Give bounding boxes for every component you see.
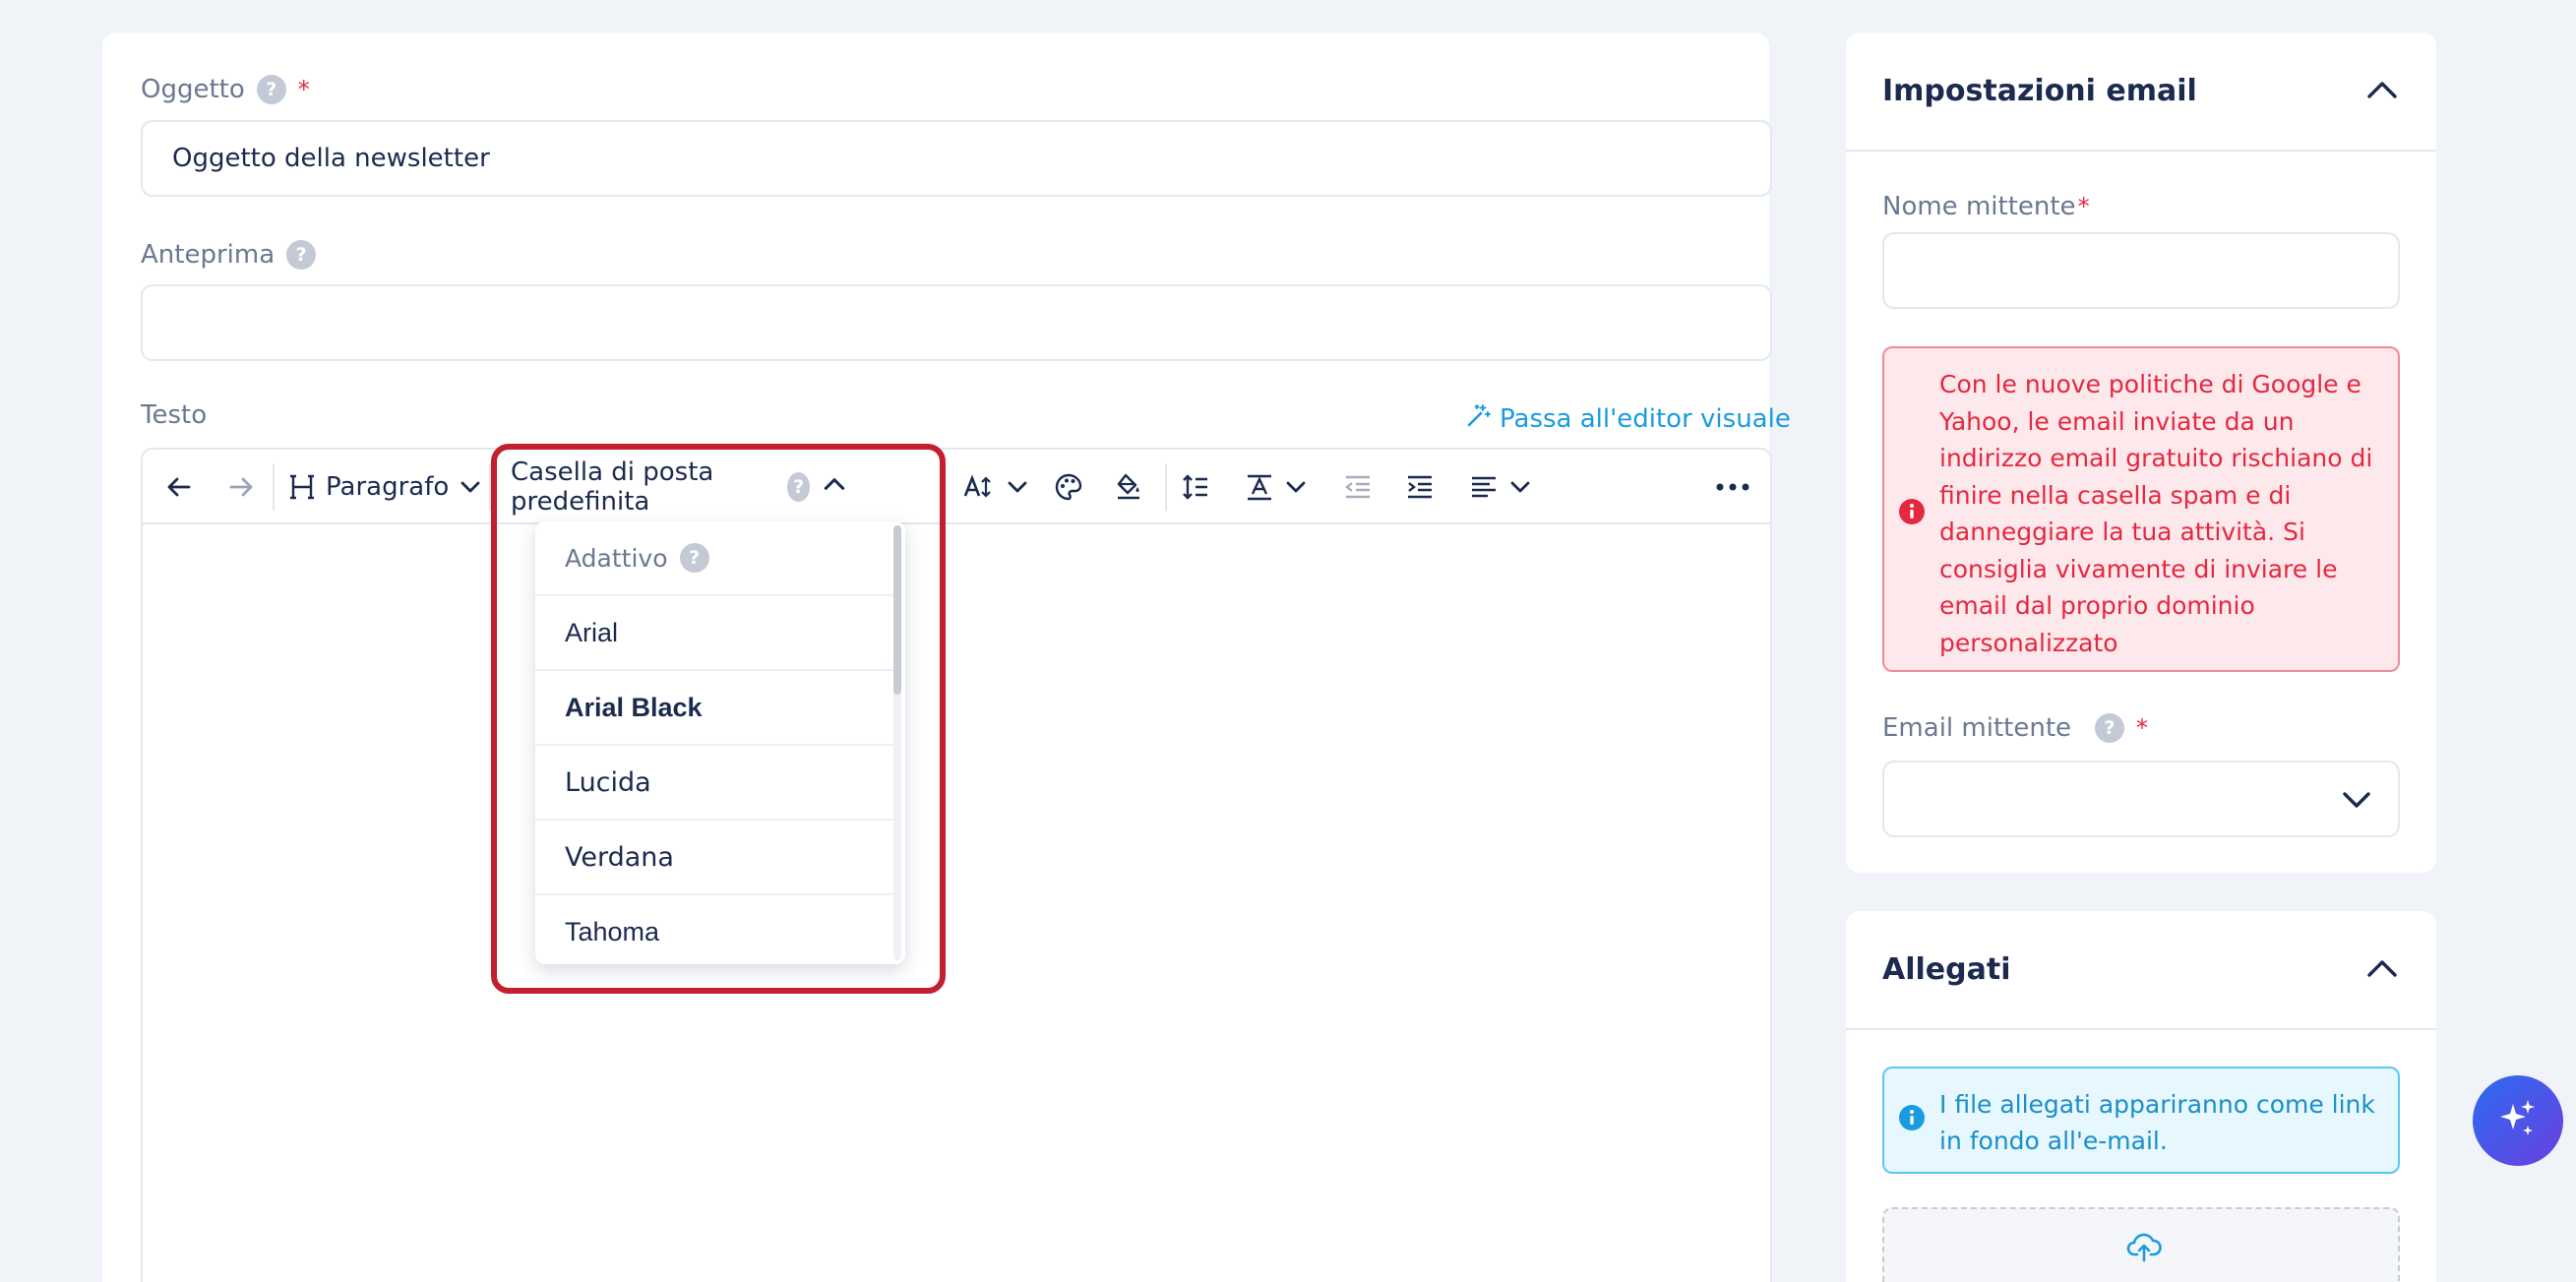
arrow-left-icon (164, 472, 194, 502)
text-format-dropdown[interactable] (1245, 467, 1308, 507)
line-height-icon (1181, 472, 1210, 502)
paragraph-style-dropdown[interactable]: Paragrafo (288, 467, 482, 507)
redo-button[interactable] (226, 467, 256, 507)
collapse-email-settings-button[interactable] (2365, 76, 2399, 109)
chevron-down-icon (1006, 475, 1029, 499)
preview-label-row: Anteprima ? (141, 240, 317, 270)
chevron-down-icon (1284, 475, 1308, 499)
magic-wand-icon (1466, 402, 1492, 435)
chevron-up-icon (2365, 960, 2399, 988)
section-divider (1846, 150, 2436, 152)
editor-toolbar: Paragrafo Casella di posta predefinita ? (143, 450, 1770, 524)
line-height-button[interactable] (1181, 467, 1210, 507)
sender-email-label: Email mittente (1882, 713, 2072, 743)
required-mark: * (2077, 193, 2090, 220)
chevron-up-icon (2365, 82, 2399, 109)
help-icon[interactable]: ? (256, 75, 286, 104)
heading-icon (288, 472, 316, 502)
required-mark: * (2136, 714, 2149, 742)
info-icon (1898, 1104, 1926, 1135)
focus-highlight-frame (491, 444, 946, 994)
sender-email-label-row: Email mittente ? * (1882, 713, 2148, 743)
switch-to-visual-editor-link[interactable]: Passa all'editor visuale (1466, 402, 1791, 435)
sender-name-label: Nome mittente (1882, 192, 2076, 221)
indent-button[interactable] (1405, 467, 1435, 507)
email-settings-title: Impostazioni email (1882, 74, 2197, 108)
more-options-button[interactable] (1715, 467, 1750, 507)
arrow-right-icon (226, 472, 256, 502)
collapse-attachments-button[interactable] (2365, 954, 2399, 988)
palette-icon (1054, 472, 1083, 502)
error-info-icon (1898, 498, 1926, 529)
text-color-button[interactable] (1054, 467, 1083, 507)
sender-name-label-row: Nome mittente * (1882, 192, 2090, 221)
text-format-icon (1245, 472, 1274, 502)
attachment-upload-area[interactable] (1882, 1207, 2400, 1282)
switch-to-visual-editor-label: Passa all'editor visuale (1500, 403, 1791, 434)
background-color-button[interactable] (1114, 467, 1143, 507)
alignment-dropdown[interactable] (1469, 467, 1532, 507)
align-left-icon (1469, 472, 1499, 502)
sender-email-select[interactable] (1882, 761, 2400, 837)
outdent-button[interactable] (1343, 467, 1373, 507)
subject-label-row: Oggetto ? * (141, 75, 310, 104)
cloud-upload-icon (2126, 1231, 2162, 1266)
font-size-icon (962, 472, 996, 502)
text-label-row: Testo (141, 400, 207, 430)
sender-name-input[interactable] (1882, 232, 2400, 309)
attachments-title: Allegati (1882, 952, 2011, 987)
subject-input[interactable]: Oggetto della newsletter (141, 120, 1772, 197)
ai-assistant-button[interactable] (2473, 1075, 2563, 1166)
preview-label: Anteprima (141, 240, 276, 270)
indent-icon (1405, 472, 1435, 502)
rich-text-editor[interactable]: Paragrafo Casella di posta predefinita ? (141, 448, 1772, 1282)
text-label: Testo (141, 400, 208, 430)
attachments-info: I file allegati appariranno come link in… (1882, 1067, 2400, 1174)
undo-button[interactable] (164, 467, 194, 507)
toolbar-divider (1165, 463, 1167, 511)
outdent-icon (1343, 472, 1373, 502)
help-icon[interactable]: ? (2095, 713, 2125, 743)
preview-input[interactable] (141, 284, 1772, 361)
subject-input-value: Oggetto della newsletter (172, 144, 490, 173)
deliverability-warning-text: Con le nuove politiche di Google e Yahoo… (1939, 370, 2373, 657)
chevron-down-icon (459, 475, 482, 499)
attachments-info-text: I file allegati appariranno come link in… (1939, 1090, 2375, 1155)
sparkles-icon (2495, 1096, 2541, 1145)
paragraph-style-label: Paragrafo (326, 472, 450, 502)
more-horizontal-icon (1715, 472, 1750, 502)
font-size-dropdown[interactable] (962, 467, 1029, 507)
deliverability-warning: Con le nuove politiche di Google e Yahoo… (1882, 346, 2400, 672)
required-mark: * (297, 76, 310, 103)
chevron-down-icon (1508, 475, 1532, 499)
toolbar-divider (273, 463, 275, 511)
section-divider (1846, 1028, 2436, 1030)
subject-label: Oggetto (141, 75, 245, 104)
help-icon[interactable]: ? (286, 240, 317, 270)
paint-bucket-icon (1114, 472, 1143, 502)
chevron-down-icon (2341, 784, 2372, 821)
